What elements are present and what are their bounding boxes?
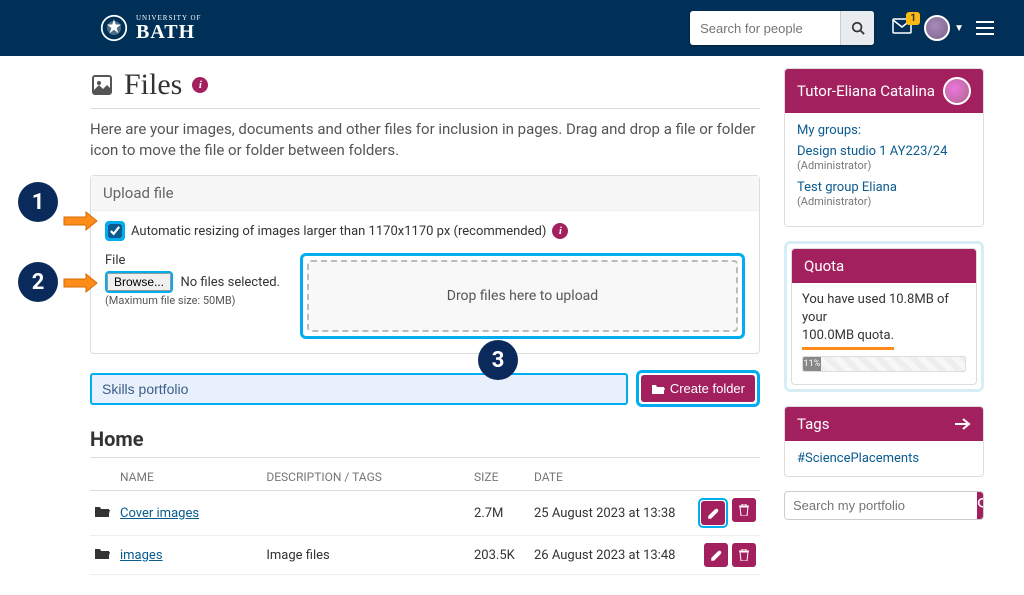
portfolio-search [784, 491, 984, 520]
tutor-name[interactable]: Tutor-Eliana Catalina [797, 82, 935, 100]
image-file-icon [90, 73, 114, 97]
people-search [690, 11, 874, 45]
table-row: images Image files203.5K26 August 2023 at… [90, 536, 760, 575]
dropzone-highlight: Drop files here to upload [300, 253, 745, 339]
quota-highlight: Quota You have used 10.8MB of your 100.0… [784, 241, 984, 392]
quota-text-b: 100.0MB quota. [802, 327, 894, 349]
cell-date: 26 August 2023 at 13:48 [530, 536, 690, 575]
no-files-text: No files selected. [181, 275, 280, 290]
avatar-icon [924, 15, 950, 41]
edit-button[interactable] [704, 543, 728, 567]
dropzone-text: Drop files here to upload [447, 288, 598, 304]
delete-button[interactable] [732, 498, 756, 522]
files-section-title: Home [90, 427, 760, 458]
people-search-input[interactable] [690, 15, 840, 42]
tag-link[interactable]: #SciencePlacements [797, 451, 919, 466]
hamburger-icon[interactable] [976, 21, 994, 35]
col-size: SIZE [470, 464, 530, 491]
cell-size: 2.7M [470, 491, 530, 536]
annotation-badge-3: 3 [478, 340, 518, 380]
logo-title: BATH [136, 22, 201, 42]
cell-desc: Image files [262, 536, 470, 575]
page-title: Files [124, 68, 182, 102]
file-field-label: File [105, 253, 280, 268]
quota-text-a: You have used 10.8MB of your [802, 292, 949, 325]
auto-resize-label: Automatic resizing of images larger than… [131, 224, 546, 239]
cell-date: 25 August 2023 at 13:38 [530, 491, 690, 536]
edit-button[interactable] [701, 501, 725, 525]
tutor-avatar-icon[interactable] [943, 77, 971, 105]
new-folder-input[interactable] [90, 373, 628, 405]
folder-link[interactable]: Cover images [120, 506, 199, 521]
create-folder-label: Create folder [670, 381, 745, 396]
group-link[interactable]: Test group Eliana [797, 180, 971, 195]
delete-button[interactable] [732, 543, 756, 567]
chevron-down-icon: ▼ [954, 23, 964, 34]
tags-heading: Tags [797, 415, 829, 433]
info-icon[interactable]: i [552, 223, 568, 239]
pencil-icon [711, 550, 722, 561]
info-icon[interactable]: i [192, 77, 208, 93]
quota-fill: 11% [803, 357, 821, 371]
trash-icon [739, 504, 749, 516]
folder-open-icon [651, 383, 665, 395]
search-icon [851, 21, 865, 35]
portfolio-search-input[interactable] [785, 492, 977, 519]
create-folder-button[interactable]: Create folder [641, 375, 755, 402]
upload-panel-title: Upload file [91, 176, 759, 211]
files-table: NAME DESCRIPTION / TAGS SIZE DATE Cover … [90, 464, 760, 575]
upload-panel: Upload file Automatic resizing of images… [90, 175, 760, 354]
table-row: Cover images 2.7M25 August 2023 at 13:38 [90, 491, 760, 536]
portfolio-search-button[interactable] [977, 492, 984, 519]
annotation-badge-2: 2 [18, 262, 58, 302]
create-folder-highlight: Create folder [636, 370, 760, 407]
resize-checkbox-highlight [105, 221, 125, 241]
user-menu[interactable]: ▼ [924, 15, 964, 41]
arrow-right-icon[interactable] [955, 418, 971, 430]
annotation-badge-1: 1 [18, 182, 58, 222]
my-groups-label: My groups: [797, 123, 971, 138]
search-icon [977, 497, 984, 510]
crest-icon [100, 14, 128, 42]
mail-badge: 1 [906, 12, 920, 25]
cell-size: 203.5K [470, 536, 530, 575]
folder-icon [94, 547, 110, 560]
tutor-panel: Tutor-Eliana Catalina My groups: Design … [784, 68, 984, 227]
site-logo[interactable]: UNIVERSITY OF BATH [100, 14, 201, 42]
people-search-button[interactable] [840, 11, 874, 45]
group-link[interactable]: Design studio 1 AY223/24 [797, 144, 971, 159]
max-filesize-note: (Maximum file size: 50MB) [105, 294, 280, 307]
quota-progress-bar: 11% [802, 356, 966, 372]
auto-resize-checkbox[interactable] [108, 224, 122, 238]
trash-icon [739, 549, 749, 561]
edit-highlight [698, 498, 728, 528]
mail-button[interactable]: 1 [892, 18, 912, 38]
tags-panel: Tags #SciencePlacements [784, 406, 984, 477]
cell-desc [262, 491, 470, 536]
top-header: UNIVERSITY OF BATH 1 ▼ [0, 0, 1024, 56]
file-dropzone[interactable]: Drop files here to upload [307, 260, 738, 332]
col-name: NAME [116, 464, 262, 491]
folder-icon [94, 505, 110, 518]
page-intro: Here are your images, documents and othe… [90, 119, 760, 161]
group-role: (Administrator) [797, 195, 971, 208]
col-date: DATE [530, 464, 690, 491]
quota-heading: Quota [792, 249, 976, 283]
browse-button[interactable]: Browse... [107, 273, 171, 291]
group-role: (Administrator) [797, 159, 971, 172]
folder-link[interactable]: images [120, 548, 163, 563]
pencil-icon [708, 508, 719, 519]
browse-highlight: Browse... [105, 271, 173, 293]
col-desc: DESCRIPTION / TAGS [262, 464, 470, 491]
